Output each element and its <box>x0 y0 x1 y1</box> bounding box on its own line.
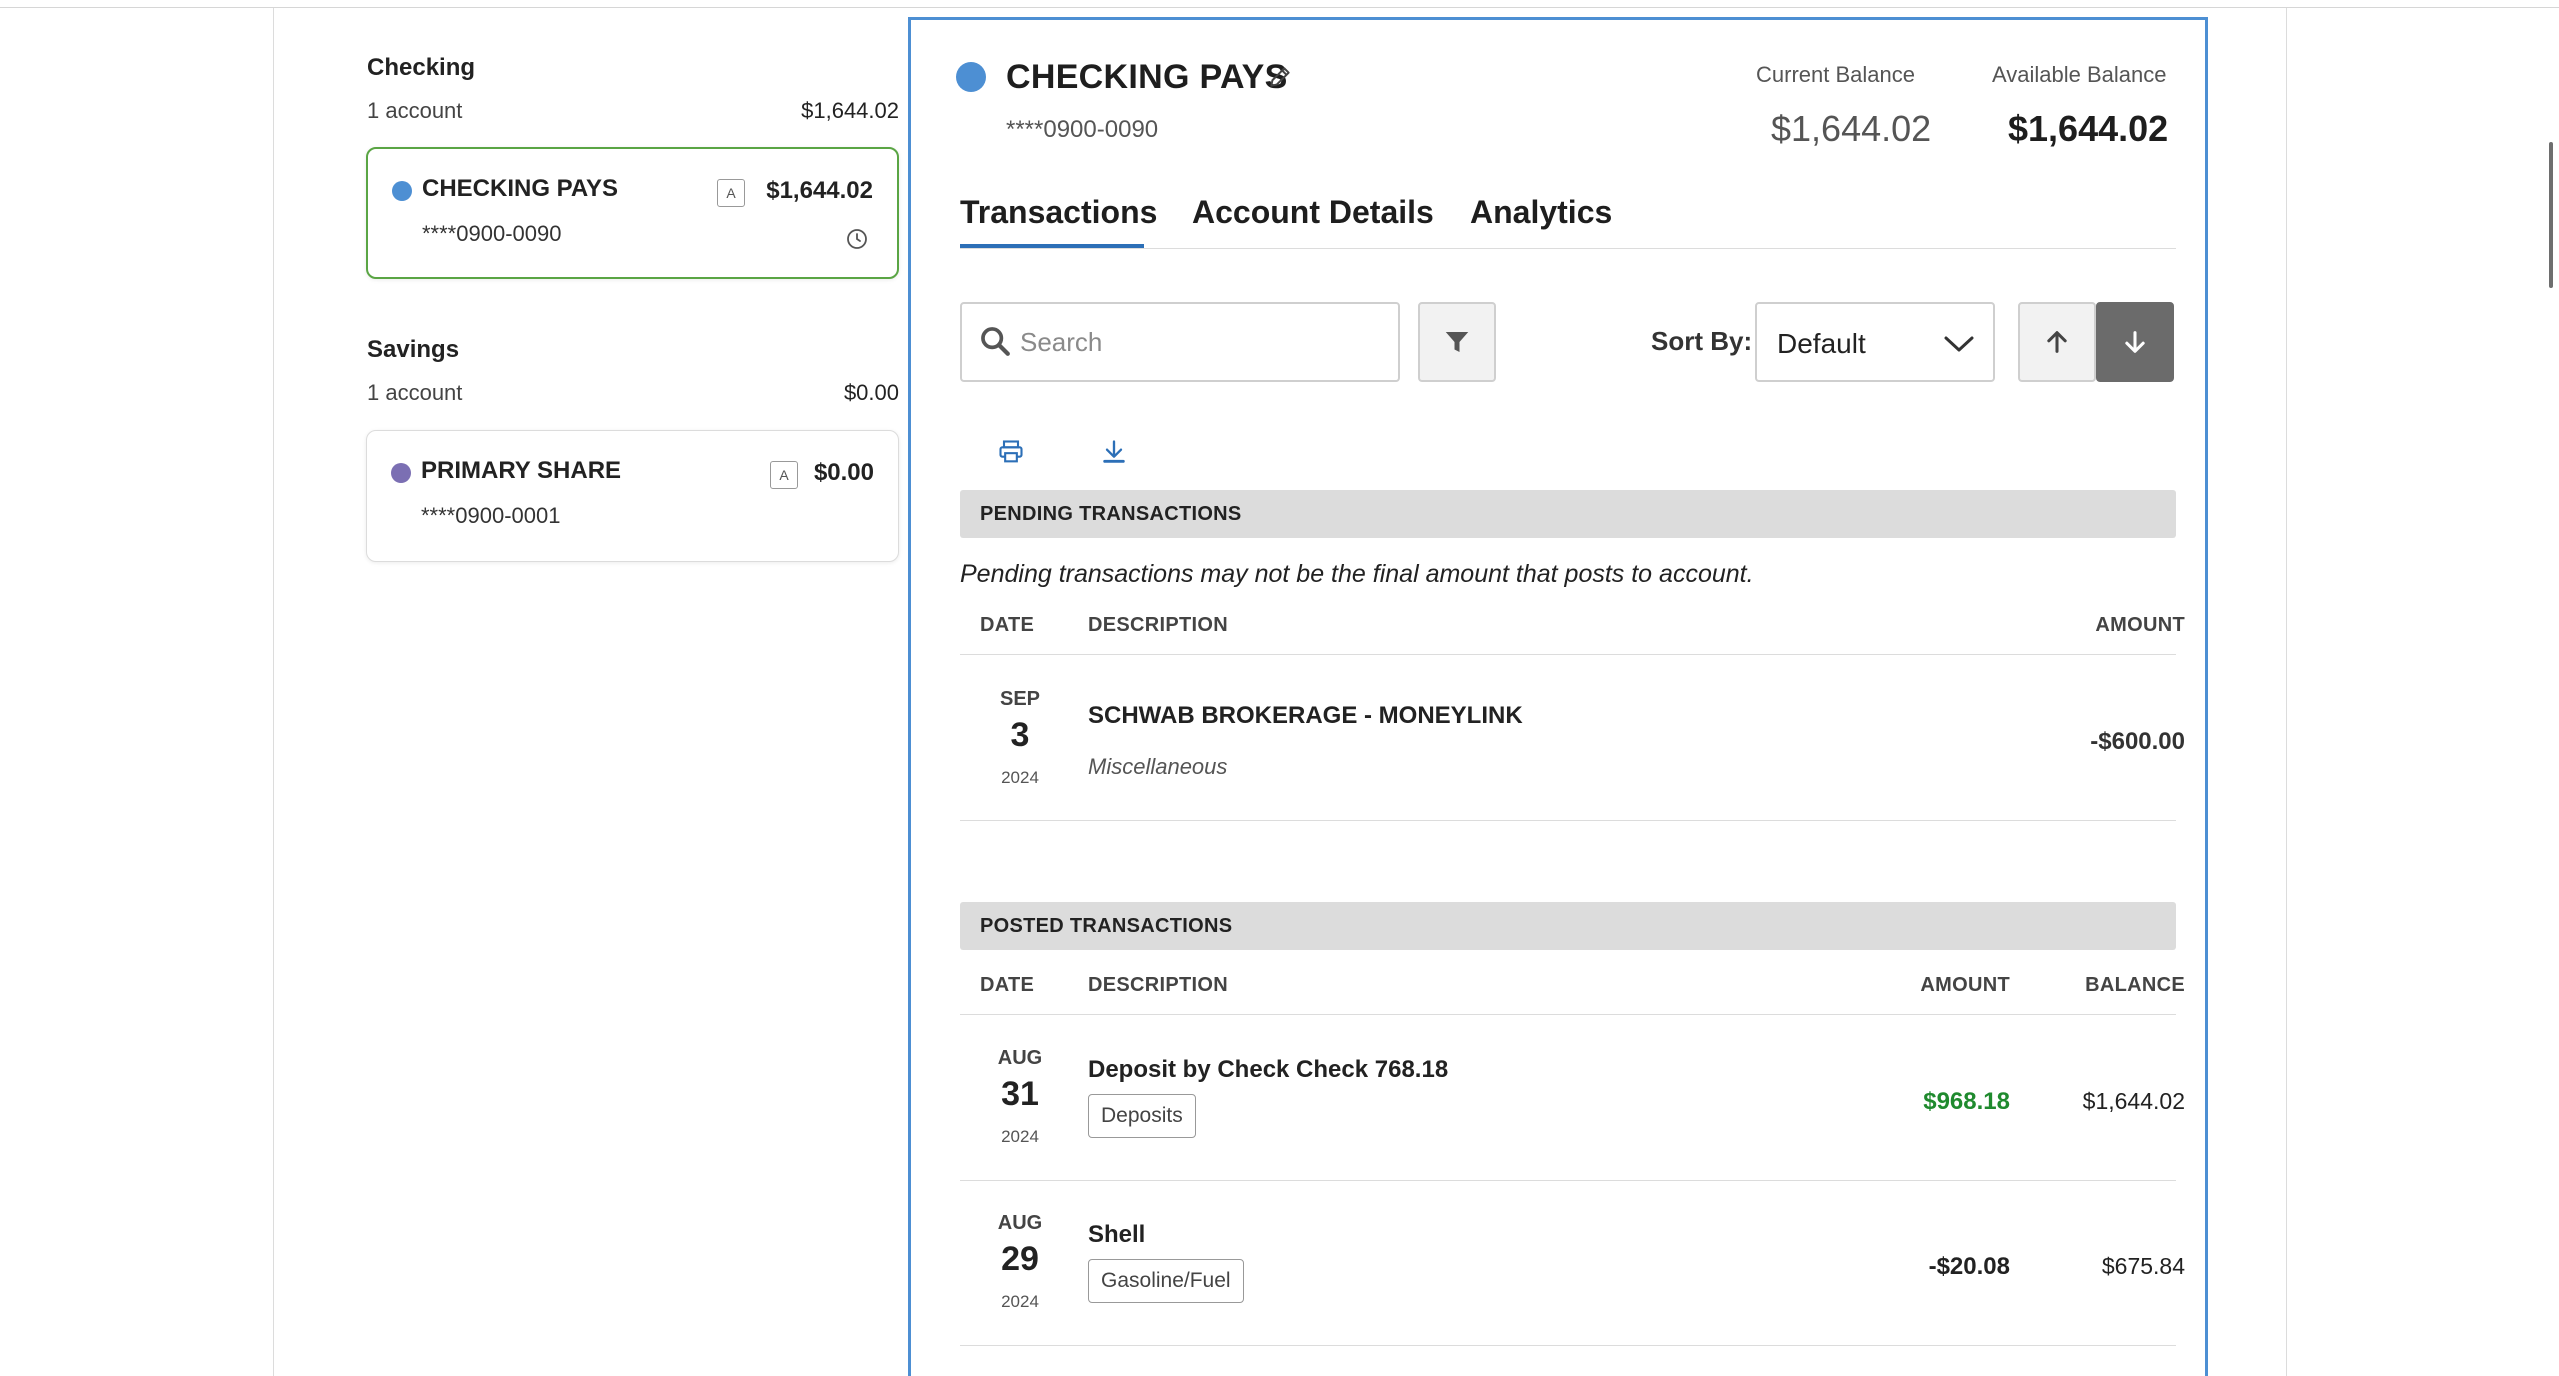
transaction-day: 29 <box>1001 1240 1039 1278</box>
pending-header-label: PENDING TRANSACTIONS <box>980 503 1242 525</box>
pencil-icon[interactable] <box>1267 64 1293 90</box>
printer-icon <box>999 440 1023 463</box>
tab-analytics[interactable]: Analytics <box>1470 194 1612 231</box>
transaction-category-tag[interactable]: Deposits <box>1088 1094 1196 1138</box>
transaction-category: Miscellaneous <box>1088 754 1228 779</box>
arrow-down-icon <box>2125 331 2145 353</box>
account-card-number: ****0900-0001 <box>421 503 561 528</box>
clock-icon <box>847 229 867 249</box>
transaction-description: Deposit by Check Check 768.18 <box>1088 1056 1449 1083</box>
sort-descending-button[interactable] <box>2096 302 2174 382</box>
layout-divider-left <box>273 8 274 1376</box>
tab-account-details[interactable]: Account Details <box>1192 194 1434 231</box>
filter-icon <box>1445 332 1469 352</box>
group-total-checking: $1,644.02 <box>801 98 899 123</box>
account-card-amount: $0.00 <box>813 459 874 486</box>
sort-ascending-button[interactable] <box>2018 302 2096 382</box>
transaction-amount: $968.18 <box>1923 1088 2010 1115</box>
account-card-checking-pays[interactable]: CHECKING PAYS ****0900-0090 A $1,644.02 <box>366 147 899 279</box>
posted-transactions-header: POSTED TRANSACTIONS <box>960 902 2176 950</box>
posted-header-label: POSTED TRANSACTIONS <box>980 915 1233 937</box>
group-title-checking: Checking <box>367 54 476 81</box>
transaction-amount: -$600.00 <box>2090 728 2185 755</box>
search-box[interactable] <box>960 302 1400 382</box>
search-icon <box>981 327 1010 356</box>
transaction-description: SCHWAB BROKERAGE - MONEYLINK <box>1088 702 1523 729</box>
account-detail-panel: CHECKING PAYS ****0900-0090 Current Bala… <box>908 17 2208 1376</box>
arrow-up-icon <box>2047 331 2067 353</box>
table-divider <box>960 820 2176 821</box>
sort-selected-value: Default <box>1777 328 1866 359</box>
top-border <box>0 0 2559 8</box>
available-balance-value: $1,644.02 <box>2008 108 2169 149</box>
transaction-month: SEP <box>999 688 1041 710</box>
transaction-year: 2024 <box>1001 768 1039 787</box>
account-card-primary-share[interactable]: PRIMARY SHARE ****0900-0001 A $0.00 <box>366 430 899 562</box>
current-balance-value: $1,644.02 <box>1771 108 1932 149</box>
available-balance-label: Available Balance <box>1992 62 2167 87</box>
filter-button[interactable] <box>1418 302 1496 382</box>
account-type-badge: A <box>770 461 798 489</box>
transaction-day: 3 <box>1010 716 1030 754</box>
group-count-checking: 1 account <box>367 98 463 123</box>
account-card-name: PRIMARY SHARE <box>421 457 622 484</box>
column-header-description: DESCRIPTION <box>1088 614 1228 636</box>
account-color-dot <box>391 463 411 483</box>
table-divider <box>960 1180 2176 1181</box>
account-card-name: CHECKING PAYS <box>422 175 619 202</box>
account-number: ****0900-0090 <box>1006 116 1159 143</box>
account-color-dot <box>956 62 986 92</box>
transaction-year: 2024 <box>1001 1292 1039 1311</box>
transaction-amount: -$20.08 <box>1928 1253 2010 1280</box>
download-icon <box>1103 440 1125 463</box>
tab-transactions[interactable]: Transactions <box>960 194 1157 231</box>
transaction-balance: $675.84 <box>2101 1253 2185 1279</box>
pending-transactions-header: PENDING TRANSACTIONS <box>960 490 2176 538</box>
account-card-amount: $1,644.02 <box>766 177 873 204</box>
transaction-month: AUG <box>997 1047 1043 1069</box>
transaction-description: Shell <box>1088 1221 1146 1248</box>
account-title: CHECKING PAYS <box>1006 58 1288 96</box>
column-header-amount: AMOUNT <box>2095 614 2185 636</box>
sort-select[interactable]: Default <box>1755 302 1995 382</box>
transaction-year: 2024 <box>1001 1127 1039 1146</box>
transaction-category-tag[interactable]: Gasoline/Fuel <box>1088 1259 1244 1303</box>
pending-note: Pending transactions may not be the fina… <box>960 560 1754 588</box>
layout-divider-right <box>2286 8 2287 1376</box>
current-balance-label: Current Balance <box>1756 62 1915 87</box>
transaction-day: 31 <box>1001 1075 1039 1113</box>
page-scrollbar[interactable] <box>2549 142 2553 288</box>
group-total-savings: $0.00 <box>843 380 899 405</box>
group-count-savings: 1 account <box>367 380 463 405</box>
table-divider <box>960 1345 2176 1346</box>
download-button[interactable] <box>1096 434 1132 470</box>
column-header-description: DESCRIPTION <box>1088 974 1228 996</box>
table-divider <box>960 1014 2176 1015</box>
chevron-down-icon <box>1944 336 1974 352</box>
transaction-balance: $1,644.02 <box>2082 1088 2185 1114</box>
sort-label: Sort By: <box>1651 326 1753 356</box>
group-title-savings: Savings <box>367 336 460 363</box>
transaction-month: AUG <box>997 1212 1043 1234</box>
column-header-date: DATE <box>980 974 1035 996</box>
account-card-number: ****0900-0090 <box>422 221 562 246</box>
print-button[interactable] <box>993 434 1029 470</box>
column-header-amount: AMOUNT <box>1920 974 2010 996</box>
search-input[interactable] <box>1020 322 1380 362</box>
column-header-date: DATE <box>980 614 1035 636</box>
account-color-dot <box>392 181 412 201</box>
tab-divider <box>960 248 2176 249</box>
table-divider <box>960 654 2176 655</box>
account-type-badge: A <box>717 179 745 207</box>
column-header-balance: BALANCE <box>2085 974 2185 996</box>
